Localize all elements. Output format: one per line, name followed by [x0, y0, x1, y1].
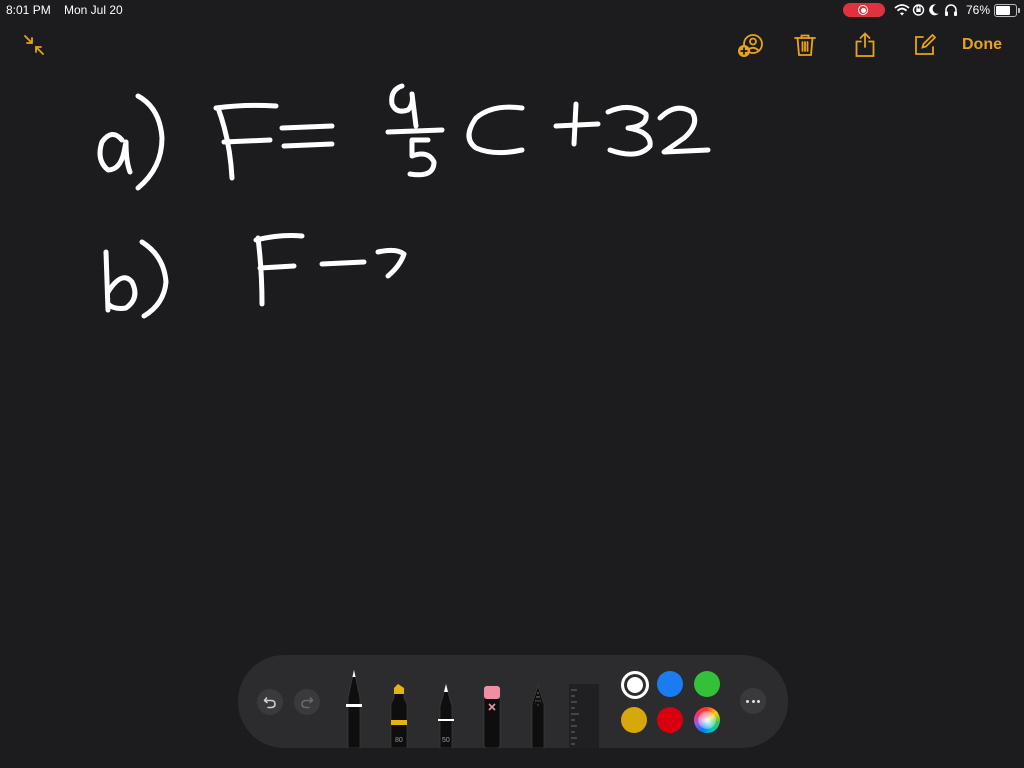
ruler-tool[interactable]	[569, 684, 599, 748]
tool-palette	[238, 655, 788, 748]
color-swatch-yellow[interactable]	[621, 707, 647, 733]
pen-tool[interactable]	[343, 668, 365, 748]
undo-icon	[263, 697, 276, 709]
pencil-width-label: 50	[442, 737, 450, 744]
redo-button[interactable]	[294, 689, 320, 715]
marker-width-label: 80	[395, 737, 403, 744]
redo-icon	[301, 697, 314, 709]
color-swatch-blue[interactable]	[657, 671, 683, 697]
color-swatch-green[interactable]	[694, 671, 720, 697]
more-options-button[interactable]	[740, 688, 766, 714]
more-icon	[746, 700, 749, 703]
lasso-tool[interactable]	[527, 684, 549, 748]
undo-button[interactable]	[257, 689, 283, 715]
drawing-canvas[interactable]	[0, 0, 1024, 650]
color-swatch-multicolor[interactable]	[694, 707, 720, 733]
more-icon-dot	[751, 700, 755, 703]
more-icon-dot	[757, 700, 760, 703]
note-line-b-label	[103, 239, 169, 319]
note-line-a-label	[97, 93, 165, 191]
eraser-tool[interactable]	[481, 684, 503, 748]
color-swatch-white[interactable]	[621, 671, 649, 699]
note-line-a-expression	[213, 83, 711, 181]
note-line-b-expression	[253, 233, 407, 307]
color-swatch-red[interactable]	[657, 707, 683, 733]
notes-sketch-screen: 8:01 PM Mon Jul 20 76% Done 80 50	[0, 0, 1024, 768]
multicolor-wheel-icon	[698, 711, 716, 729]
